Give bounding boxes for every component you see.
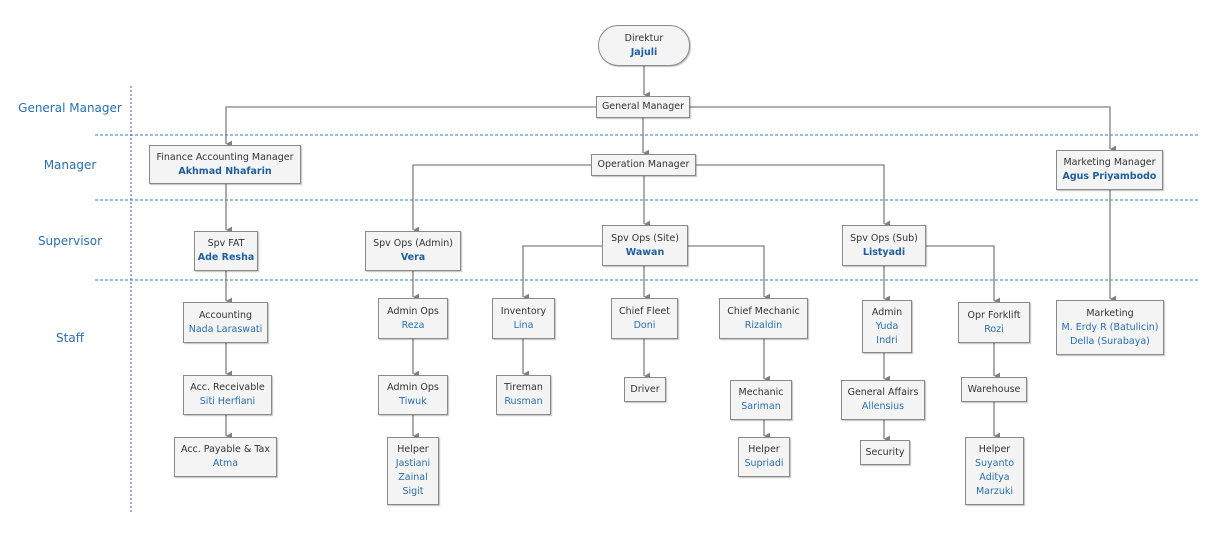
node-spv-fat[interactable]: Spv FAT Ade Resha: [194, 231, 258, 271]
node-person: Allensius: [861, 401, 905, 412]
node-person: Rizaldin: [744, 319, 783, 331]
node-person: Reza: [401, 319, 425, 331]
node-title: Tireman: [504, 382, 543, 393]
node-title: Spv Ops (Site): [611, 232, 679, 244]
node-chief-mechanic[interactable]: Chief Mechanic Rizaldin: [719, 298, 808, 339]
node-general-affairs[interactable]: General Affairs Allensius: [841, 380, 925, 420]
node-title: Mechanic: [738, 387, 784, 398]
node-person: Indri: [876, 334, 898, 346]
node-title: Direktur: [624, 32, 664, 44]
lane-label-supervisor: Supervisor: [37, 234, 103, 248]
node-title: Acc. Payable & Tax: [180, 444, 271, 455]
lane-label-manager: Manager: [43, 158, 97, 172]
node-person: Jastiani: [395, 458, 431, 469]
node-title: General Affairs: [847, 387, 919, 398]
node-marketing-manager[interactable]: Marketing Manager Agus Priyambodo: [1056, 150, 1163, 190]
node-person: M. Erdy R (Batulicin): [1061, 321, 1159, 333]
node-title: Security: [865, 446, 905, 458]
node-spv-ops-site[interactable]: Spv Ops (Site) Wawan: [602, 225, 688, 266]
node-title: Warehouse: [967, 383, 1021, 395]
node-person: Jajuli: [630, 46, 658, 58]
node-finance-accounting-manager[interactable]: Finance Accounting Manager Akhmad Nhafar…: [149, 145, 301, 184]
node-title: Chief Fleet: [618, 305, 671, 317]
node-person: Vera: [400, 252, 426, 263]
node-person: Atma: [212, 458, 239, 469]
node-title: Helper: [978, 444, 1011, 455]
node-person: Aditya: [979, 472, 1010, 483]
node-title: Accounting: [198, 309, 253, 321]
node-helper-mechanic[interactable]: Helper Supriadi: [738, 437, 790, 477]
node-title: Acc. Receivable: [190, 382, 265, 393]
node-acc-payable-tax[interactable]: Acc. Payable & Tax Atma: [174, 437, 277, 477]
node-security[interactable]: Security: [860, 440, 910, 465]
node-operation-manager[interactable]: Operation Manager: [591, 154, 696, 176]
node-title: Spv Ops (Admin): [373, 238, 453, 249]
node-person: Rusman: [504, 396, 543, 407]
node-general-manager[interactable]: General Manager: [596, 96, 690, 118]
node-admin[interactable]: Admin Yuda Indri: [862, 300, 912, 353]
node-helper-admin[interactable]: Helper Jastiani Zainal Sigit: [387, 437, 439, 505]
node-person: Nada Laraswati: [188, 323, 263, 335]
node-person: Tiwuk: [399, 396, 427, 407]
lane-label-staff: Staff: [56, 331, 84, 345]
node-title: Chief Mechanic: [727, 305, 800, 317]
node-title: Admin Ops: [387, 305, 439, 317]
node-chief-fleet[interactable]: Chief Fleet Doni: [611, 298, 678, 339]
node-title: General Manager: [601, 101, 685, 112]
node-person: Listyadi: [862, 246, 906, 258]
node-spv-ops-sub[interactable]: Spv Ops (Sub) Listyadi: [842, 225, 926, 266]
lane-label-general-manager: General Manager: [18, 101, 122, 115]
node-person: Siti Herfiani: [199, 396, 256, 407]
node-person: Sigit: [402, 486, 424, 497]
node-spv-ops-admin[interactable]: Spv Ops (Admin) Vera: [365, 231, 461, 271]
node-driver[interactable]: Driver: [624, 377, 666, 402]
node-person: Agus Priyambodo: [1062, 171, 1157, 182]
node-title: Driver: [630, 383, 660, 395]
node-title: Operation Manager: [597, 159, 690, 170]
node-admin-ops-reza[interactable]: Admin Ops Reza: [378, 298, 448, 339]
node-person: Ade Resha: [197, 252, 255, 263]
node-person: Yuda: [875, 320, 899, 332]
node-title: Marketing: [1086, 307, 1134, 319]
node-helper-warehouse[interactable]: Helper Suyanto Aditya Marzuki: [965, 437, 1024, 505]
node-person: Rozi: [984, 323, 1004, 335]
node-mechanic[interactable]: Mechanic Sariman: [730, 380, 792, 420]
node-person: Della (Surabaya): [1070, 335, 1150, 347]
node-title: Admin Ops: [387, 382, 439, 393]
node-person: Wawan: [625, 246, 665, 258]
node-marketing[interactable]: Marketing M. Erdy R (Batulicin) Della (S…: [1056, 300, 1164, 355]
node-person: Zainal: [398, 472, 428, 483]
node-person: Supriadi: [744, 458, 784, 469]
node-title: Spv FAT: [207, 238, 245, 249]
node-title: Spv Ops (Sub): [850, 232, 918, 244]
node-title: Admin: [871, 306, 903, 318]
node-title: Inventory: [500, 305, 547, 317]
node-direktur[interactable]: Direktur Jajuli: [598, 25, 690, 66]
node-person: Doni: [633, 319, 656, 331]
node-opr-forklift[interactable]: Opr Forklift Rozi: [958, 302, 1030, 343]
node-accounting[interactable]: Accounting Nada Laraswati: [183, 302, 268, 343]
node-title: Finance Accounting Manager: [156, 151, 294, 163]
node-title: Opr Forklift: [967, 309, 1021, 321]
node-person: Lina: [513, 319, 534, 331]
node-title: Helper: [397, 444, 429, 455]
node-person: Sariman: [741, 401, 781, 412]
node-inventory[interactable]: Inventory Lina: [492, 298, 555, 339]
node-tireman[interactable]: Tireman Rusman: [496, 375, 551, 415]
node-title: Helper: [748, 444, 780, 455]
node-acc-receivable[interactable]: Acc. Receivable Siti Herfiani: [183, 375, 272, 415]
node-title: Marketing Manager: [1063, 157, 1156, 168]
node-warehouse[interactable]: Warehouse: [961, 377, 1027, 402]
node-person: Suyanto: [974, 458, 1015, 469]
node-person: Marzuki: [975, 486, 1014, 497]
node-admin-ops-tiwuk[interactable]: Admin Ops Tiwuk: [378, 375, 448, 415]
node-person: Akhmad Nhafarin: [178, 165, 272, 177]
